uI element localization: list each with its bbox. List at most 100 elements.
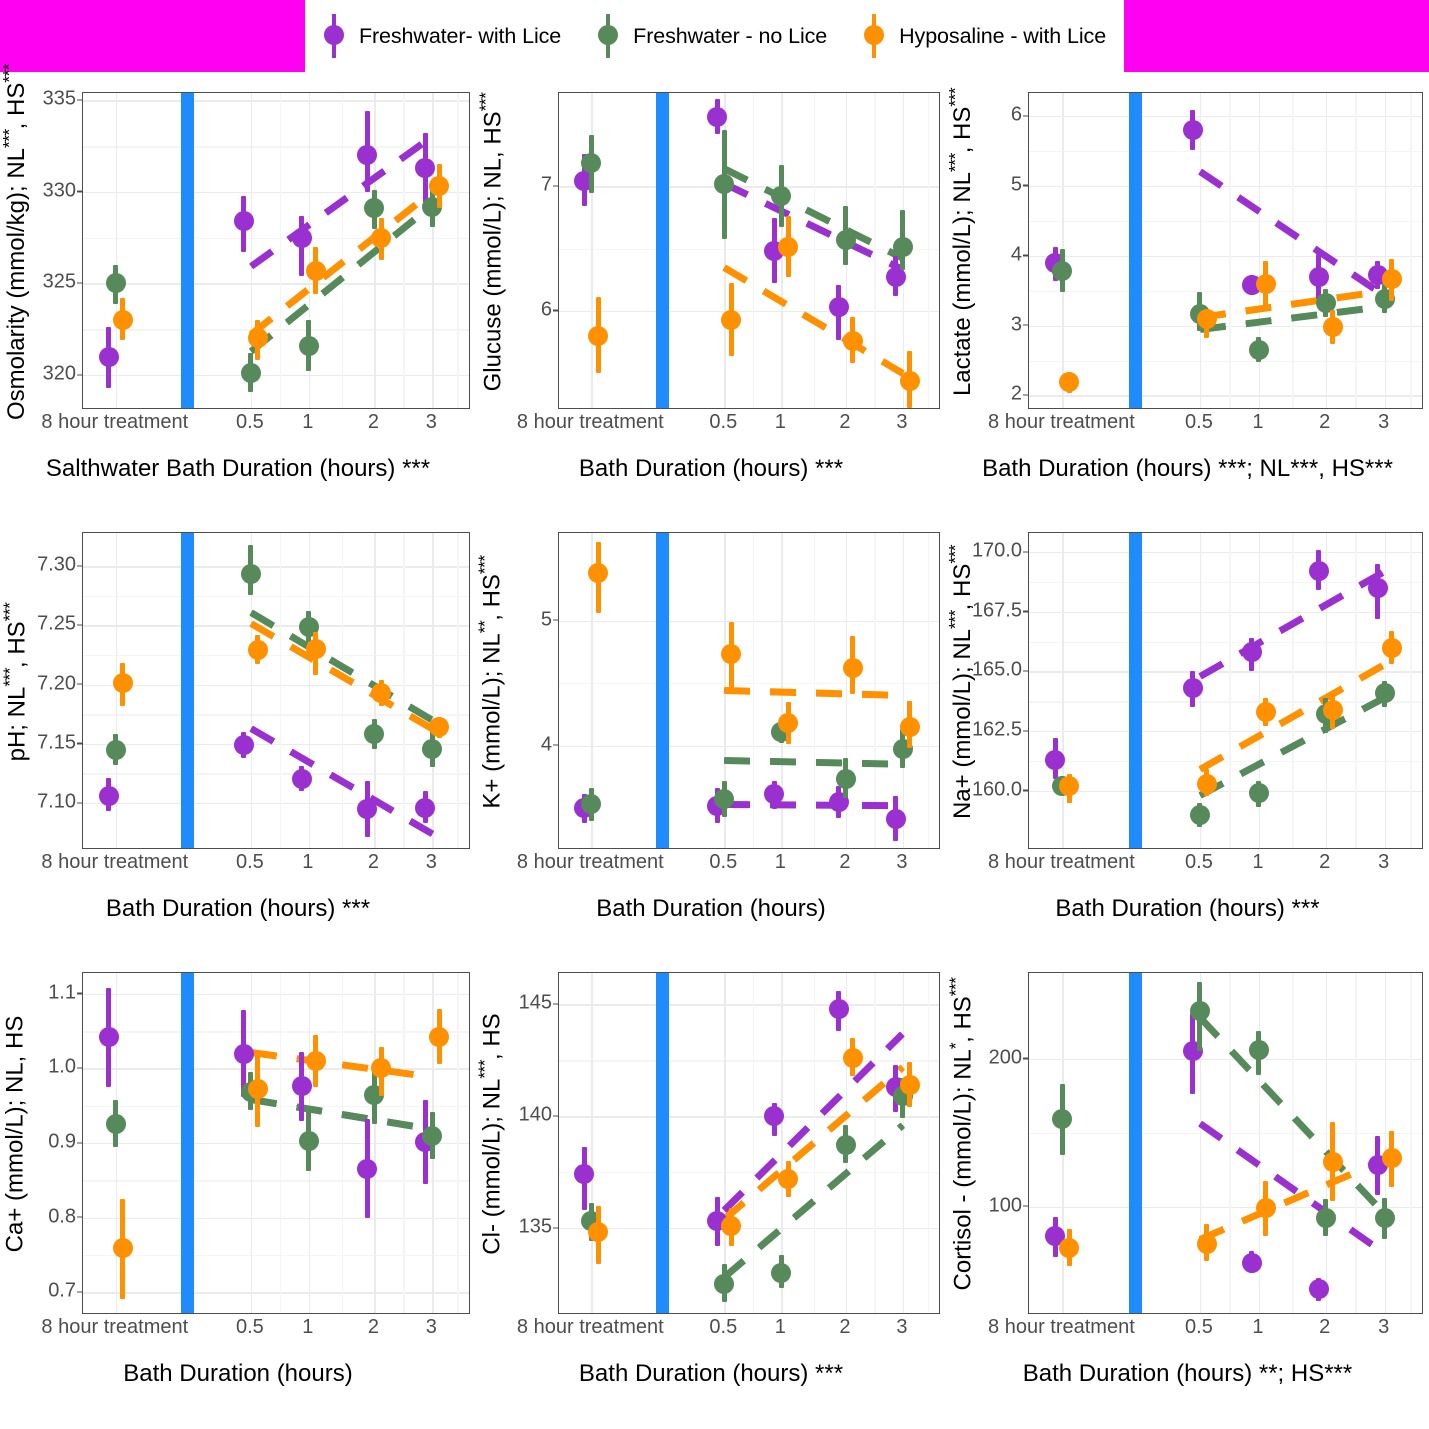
plot-area-calcium bbox=[82, 972, 470, 1314]
x-axis-ticks-chloride: 8 hour treatment 0.5 1 2 3 bbox=[476, 1316, 940, 1346]
x-tick-3: 3 bbox=[896, 1316, 908, 1338]
plot-area-cortisol bbox=[1028, 972, 1423, 1314]
panel-glucose: Glucuse (mmol/L); NL, HS*** 6 7 8 hour trea… bbox=[475, 74, 946, 514]
x-axis-title-osmolarity: Salthwater Bath Duration (hours) *** bbox=[45, 455, 431, 482]
data-point bbox=[828, 297, 849, 318]
gridline-horizontal bbox=[83, 566, 469, 568]
y-tick-label: 4 bbox=[1010, 243, 1029, 266]
gridline-vertical bbox=[1384, 973, 1387, 1313]
data-point bbox=[1059, 1237, 1080, 1258]
data-point bbox=[1374, 1208, 1395, 1229]
x-tick-2: 2 bbox=[1319, 1316, 1331, 1338]
legend-entry-2: Hyposaline - with Lice bbox=[863, 14, 1106, 58]
data-point bbox=[1248, 1039, 1269, 1060]
gridline-vertical-minor bbox=[927, 533, 929, 848]
x-tick-1: 1 bbox=[774, 851, 786, 873]
data-point bbox=[1381, 269, 1402, 290]
gridline-vertical-minor bbox=[1410, 93, 1412, 408]
gridline-vertical bbox=[250, 973, 253, 1313]
panel-cortisol: Cortisol - (mmol/L); NL*, HS*** 100 200 8 h… bbox=[945, 954, 1429, 1429]
x-tick-pretreatment: 8 hour treatment bbox=[41, 411, 189, 433]
panel-ph: pH; NL***, HS*** 7.10 7.15 7.20 7.25 7.30 8 ho… bbox=[0, 514, 476, 954]
gridline-vertical-minor bbox=[1355, 533, 1357, 848]
data-point bbox=[247, 640, 268, 661]
x-axis-title-potassium: Bath Duration (hours) bbox=[596, 895, 826, 922]
gridline-horizontal-minor bbox=[1029, 641, 1422, 643]
panel-potassium: K+ (mmol/L); NL**, HS*** 4 5 8 hour treatme… bbox=[475, 514, 946, 954]
gridline-horizontal-minor bbox=[83, 237, 469, 240]
treatment-divider-bar bbox=[655, 533, 669, 848]
legend-label: Freshwater - no Lice bbox=[633, 23, 828, 48]
gridline-vertical-minor bbox=[1410, 973, 1412, 1313]
y-tick-label: 7.15 bbox=[37, 731, 82, 754]
legend-key-green bbox=[597, 14, 619, 58]
treatment-divider-bar bbox=[181, 93, 195, 408]
gridline-vertical-minor bbox=[403, 973, 405, 1313]
y-axis-title-chloride: Cl- (mmol/L); NL***, HS bbox=[475, 1013, 506, 1255]
data-point bbox=[247, 328, 268, 349]
panel-grid: Osmolarity (mmol/kg); NL***, HS*** 320 325… bbox=[0, 63, 1429, 1429]
x-tick-0.5: 0.5 bbox=[1185, 411, 1213, 433]
x-tick-0.5: 0.5 bbox=[1185, 851, 1213, 873]
gridline-vertical-minor bbox=[279, 973, 282, 1313]
gridline-horizontal-minor bbox=[1029, 220, 1422, 223]
data-point bbox=[291, 1075, 312, 1096]
x-tick-1: 1 bbox=[1252, 851, 1264, 873]
x-axis-ticks-potassium: 8 hour treatment 0.5 1 2 3 bbox=[476, 851, 940, 881]
x-tick-0.5: 0.5 bbox=[236, 1316, 264, 1338]
gridline-horizontal-minor bbox=[1029, 360, 1422, 362]
y-axis-title-osmolarity: Osmolarity (mmol/kg); NL***, HS*** bbox=[0, 63, 30, 420]
plot-area-osmolarity bbox=[82, 92, 470, 409]
panel-lactate: Lactate (mmol/L); NL***, HS*** 2 3 4 5 6 8 hou… bbox=[945, 74, 1429, 514]
y-tick-label: 1.1 bbox=[48, 981, 82, 1004]
gridline-horizontal bbox=[1029, 611, 1422, 614]
gridline-horizontal bbox=[83, 1143, 469, 1145]
legend-label: Hyposaline - with Lice bbox=[899, 23, 1107, 48]
y-tick-label: 320 bbox=[42, 362, 83, 385]
data-point bbox=[1248, 340, 1269, 361]
gridline-horizontal-minor bbox=[559, 1172, 939, 1174]
x-tick-2: 2 bbox=[839, 851, 851, 873]
data-point bbox=[1308, 1279, 1329, 1300]
y-axis-ticks-osmolarity: 320 325 330 335 bbox=[30, 88, 83, 409]
gridline-vertical-minor bbox=[1355, 93, 1357, 408]
y-axis-title-calcium: Ca+ (mmol/L); NL, HS bbox=[1, 1015, 28, 1253]
data-point bbox=[1059, 775, 1080, 796]
data-point bbox=[588, 1222, 609, 1243]
x-tick-0.5: 0.5 bbox=[709, 851, 738, 873]
data-point bbox=[305, 639, 326, 660]
treatment-divider-bar bbox=[1129, 533, 1143, 848]
data-point bbox=[1059, 372, 1080, 393]
y-tick-label: 140 bbox=[518, 1103, 559, 1126]
gridline-horizontal-minor bbox=[1029, 701, 1422, 703]
gridline-horizontal-minor bbox=[83, 773, 469, 775]
y-axis-ticks-potassium: 45 bbox=[506, 532, 559, 849]
data-point bbox=[1322, 1152, 1343, 1173]
y-tick-label: 5 bbox=[540, 608, 559, 630]
data-point bbox=[1374, 682, 1395, 703]
data-point bbox=[98, 346, 119, 367]
gridline-vertical-minor bbox=[457, 973, 459, 1313]
gridline-vertical-minor bbox=[1292, 93, 1294, 408]
data-point bbox=[429, 1027, 450, 1048]
gridline-horizontal bbox=[1029, 790, 1422, 793]
gridline-vertical bbox=[1325, 93, 1328, 408]
y-tick-label: 0.7 bbox=[48, 1279, 82, 1302]
gridline-horizontal-minor bbox=[1029, 1132, 1422, 1135]
data-point bbox=[588, 325, 609, 346]
gridline-horizontal bbox=[1029, 116, 1422, 118]
x-axis-ticks-lactate: 8 hour treatment 0.5 1 2 3 bbox=[946, 411, 1423, 441]
gridline-vertical-minor bbox=[927, 973, 929, 1313]
gridline-horizontal-minor bbox=[559, 683, 939, 685]
gridline-vertical bbox=[1325, 973, 1328, 1313]
y-axis-ticks-chloride: 135 140 145 bbox=[506, 972, 559, 1314]
data-point bbox=[305, 260, 326, 281]
y-axis-title-lactate: Lactate (mmol/L); NL***, HS*** bbox=[945, 87, 977, 396]
y-axis-ticks-glucose: 67 bbox=[506, 92, 559, 409]
plot-area-glucose bbox=[558, 92, 940, 409]
gridline-horizontal bbox=[83, 100, 469, 102]
data-point bbox=[233, 734, 254, 755]
panel-calcium: Ca+ (mmol/L); NL, HS 0.7 0.8 0.9 1.0 1.1 8 hou… bbox=[0, 954, 476, 1429]
gridline-vertical bbox=[308, 533, 311, 848]
y-tick-label: 200 bbox=[988, 1046, 1029, 1069]
